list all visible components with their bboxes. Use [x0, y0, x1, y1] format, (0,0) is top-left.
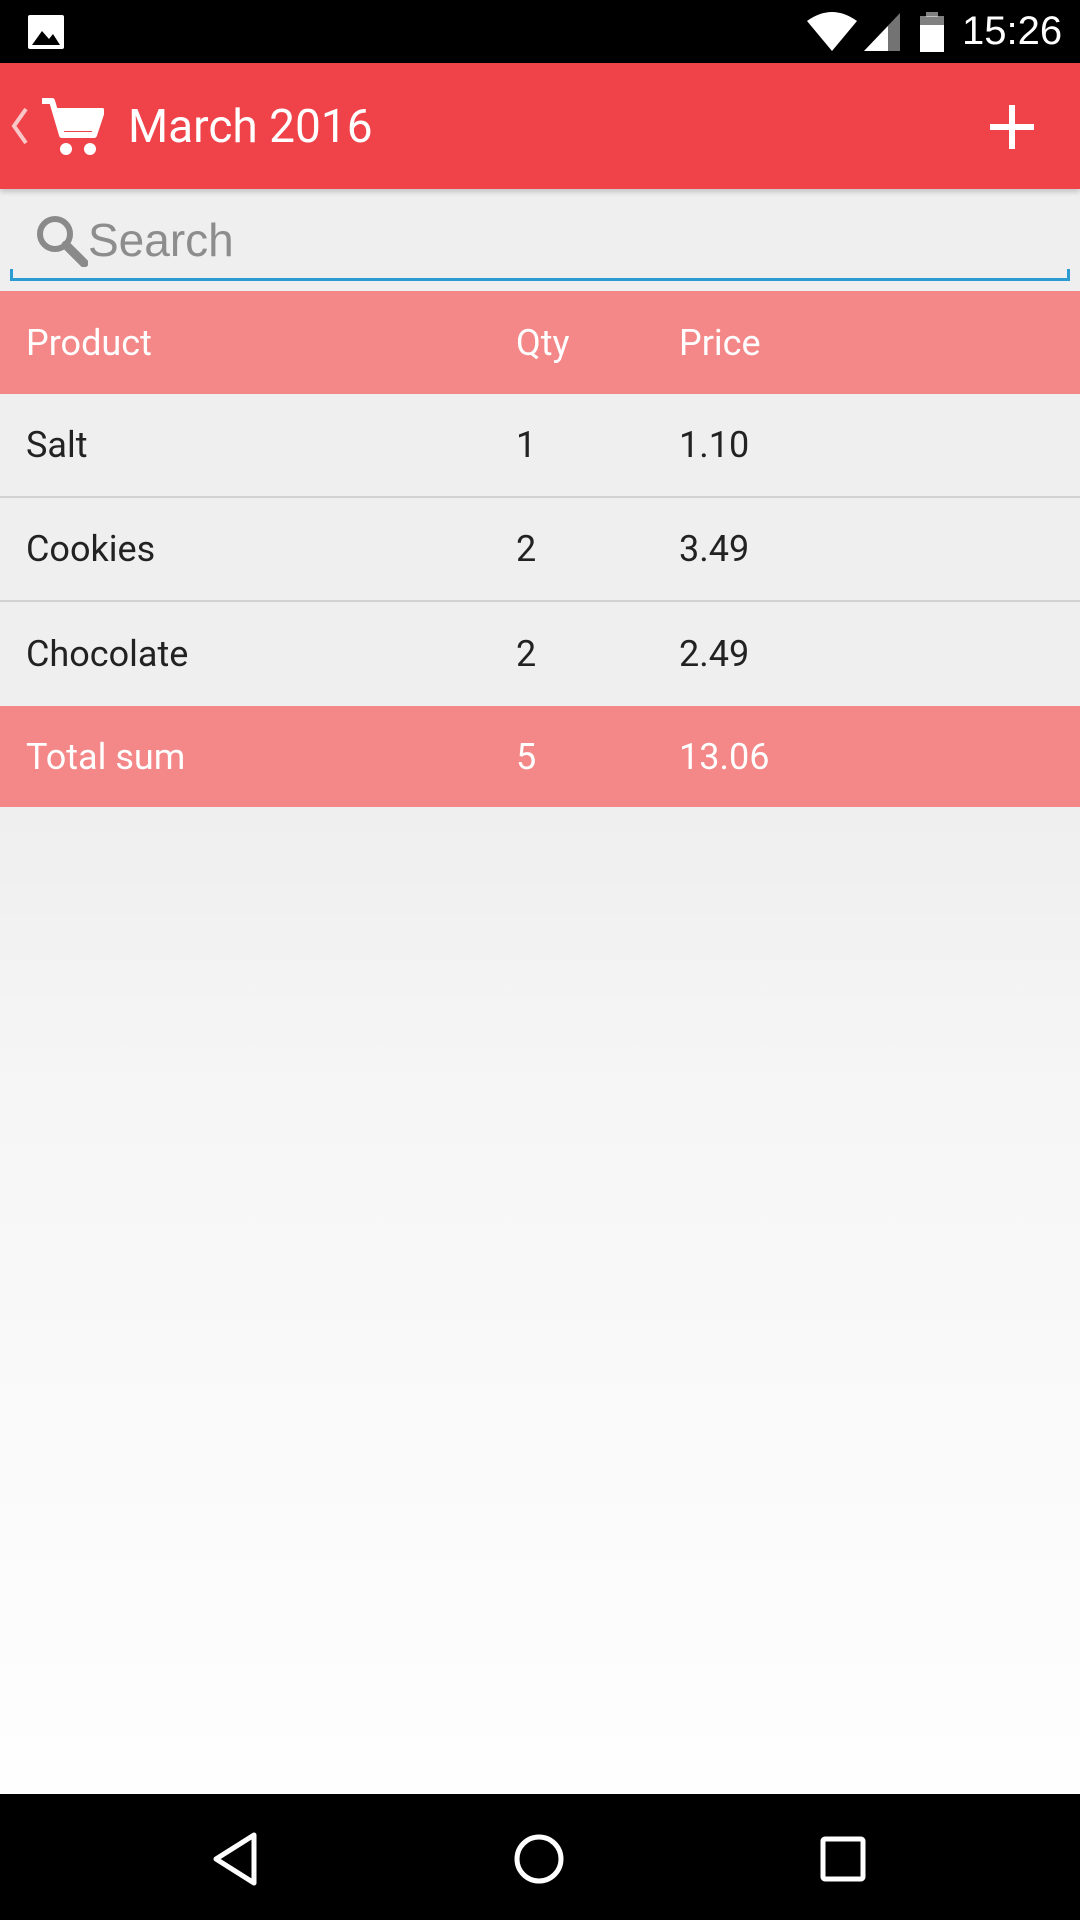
cell-price: 1.10 — [679, 424, 750, 466]
plus-icon — [990, 105, 1034, 149]
home-circle-icon — [514, 1834, 564, 1884]
search-input[interactable] — [88, 209, 1048, 271]
signal-icon — [864, 13, 900, 51]
cell-product: Cookies — [26, 528, 156, 570]
search-field[interactable] — [10, 201, 1070, 281]
column-header-qty[interactable]: Qty — [516, 291, 570, 394]
image-notification-icon — [28, 15, 64, 49]
cell-qty: 2 — [516, 633, 537, 675]
total-row: Total sum 5 13.06 — [0, 706, 1080, 807]
nav-back-button[interactable] — [190, 1814, 280, 1904]
product-table: Product Qty Price Salt 1 1.10 Cookies 2 … — [0, 291, 1080, 807]
wifi-icon — [807, 12, 857, 51]
column-header-product[interactable]: Product — [26, 291, 152, 394]
cell-product: Chocolate — [26, 633, 189, 675]
page-title: March 2016 — [128, 100, 373, 154]
status-bar: 15:26 — [0, 0, 1080, 63]
status-clock: 15:26 — [962, 9, 1063, 53]
cell-qty: 1 — [516, 424, 537, 466]
cell-price: 3.49 — [679, 528, 750, 570]
recents-square-icon — [820, 1836, 866, 1882]
table-row[interactable]: Salt 1 1.10 — [0, 394, 1080, 498]
nav-recents-button[interactable] — [798, 1814, 888, 1904]
cell-price: 2.49 — [679, 633, 750, 675]
search-icon — [37, 216, 88, 267]
cell-qty: 2 — [516, 528, 537, 570]
battery-icon — [920, 12, 944, 52]
table-row[interactable]: Cookies 2 3.49 — [0, 498, 1080, 602]
cell-product: Salt — [26, 424, 88, 466]
back-triangle-icon — [213, 1832, 257, 1886]
table-row[interactable]: Chocolate 2 2.49 — [0, 602, 1080, 706]
table-header-row: Product Qty Price — [0, 291, 1080, 394]
shopping-cart-icon — [42, 98, 104, 155]
total-label: Total sum — [26, 735, 186, 778]
total-qty: 5 — [516, 735, 537, 778]
nav-home-button[interactable] — [494, 1814, 584, 1904]
action-bar: March 2016 — [0, 63, 1080, 189]
system-nav-bar — [0, 1794, 1080, 1920]
total-price: 13.06 — [679, 735, 770, 778]
column-header-price[interactable]: Price — [679, 291, 761, 394]
add-item-button[interactable] — [970, 85, 1054, 169]
back-chevron-icon[interactable] — [8, 103, 32, 149]
